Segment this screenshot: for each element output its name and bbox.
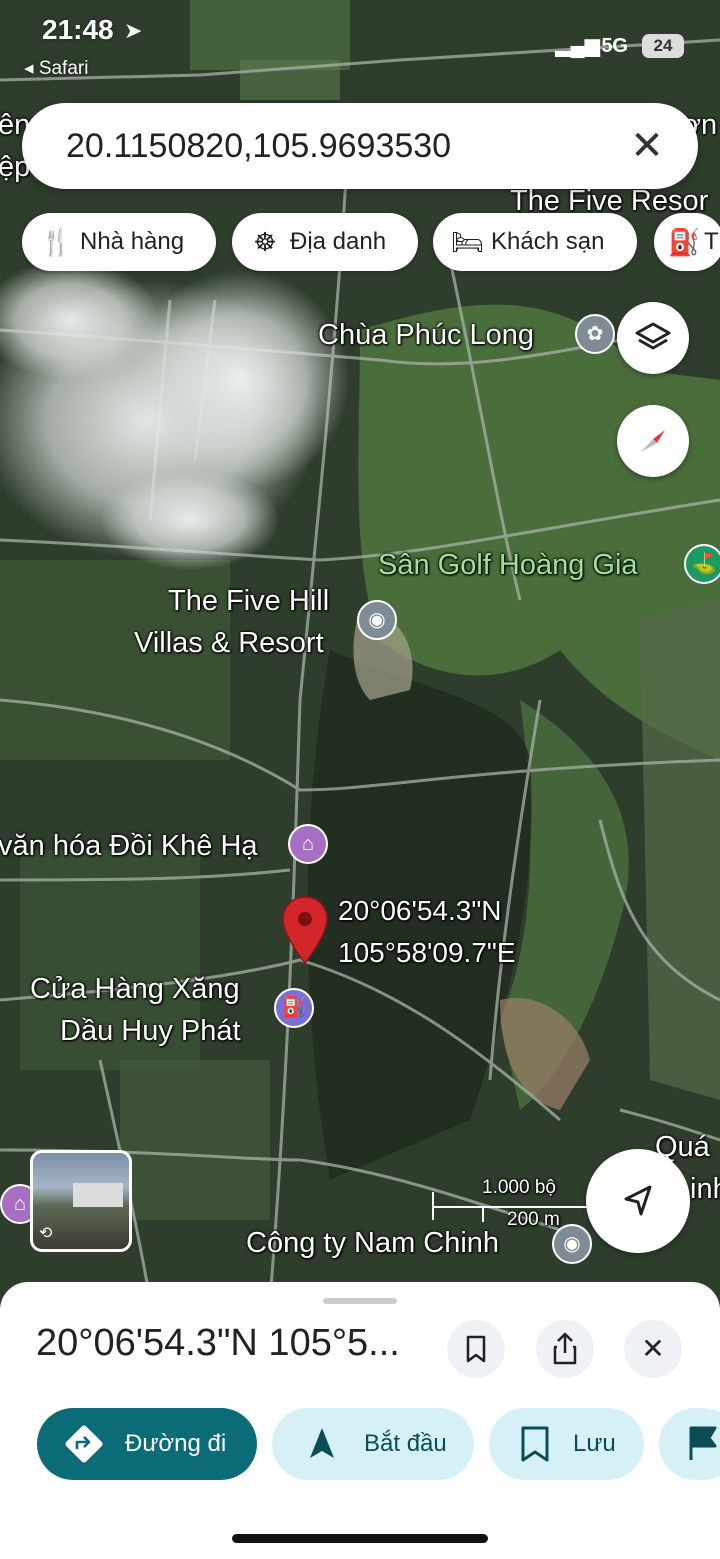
directions-icon	[65, 1425, 103, 1463]
layers-icon	[635, 322, 671, 350]
thumbnail-house	[73, 1183, 123, 1207]
compass-icon	[641, 430, 665, 452]
culture-poi-icon[interactable]: ⌂	[288, 824, 328, 864]
share-button[interactable]	[536, 1320, 594, 1378]
chip-gas[interactable]: ⛽ T	[654, 213, 720, 271]
save-label: Lưu	[573, 1430, 616, 1457]
start-label: Bắt đầu	[364, 1430, 447, 1457]
chip-restaurants-label: Nhà hàng	[80, 228, 185, 255]
map-label-nam-chinh[interactable]: Công ty Nam Chinh	[246, 1222, 499, 1264]
compass-button[interactable]	[617, 405, 689, 477]
close-sheet-button[interactable]: ✕	[624, 1320, 682, 1378]
share-icon	[553, 1332, 577, 1365]
navigation-arrow-icon	[310, 1428, 334, 1458]
save-button[interactable]: Lưu	[489, 1408, 644, 1480]
dropped-pin-icon[interactable]	[281, 895, 329, 965]
navigation-arrow-icon	[624, 1185, 652, 1216]
flag-button[interactable]	[659, 1408, 720, 1480]
chip-gas-label: T	[704, 228, 719, 255]
save-bookmark-button[interactable]	[447, 1320, 505, 1378]
golf-poi-icon[interactable]: ⛳	[684, 544, 720, 584]
gas-station-poi-icon[interactable]: ⛽	[274, 988, 314, 1028]
hotel-icon: 🛏	[451, 226, 485, 257]
bookmark-icon	[521, 1426, 549, 1462]
battery-indicator: 24	[642, 34, 684, 58]
start-button[interactable]: Bắt đầu	[272, 1408, 474, 1480]
restaurant-icon: 🍴	[40, 226, 73, 257]
place-title: 20°06'54.3"N 105°5...	[36, 1322, 400, 1364]
chip-restaurants[interactable]: 🍴 Nhà hàng	[22, 213, 216, 271]
status-bar: 21:48 ➤ ◂ Safari ▂▄▆ 5G 24	[0, 0, 720, 90]
street-view-thumbnail[interactable]: ⟲	[30, 1150, 132, 1252]
scale-imperial-label: 1.000 bộ	[482, 1177, 556, 1198]
map-label-culture[interactable]: văn hóa Đồi Khê Hạ	[0, 825, 258, 867]
street-view-360-icon: ⟲	[39, 1225, 53, 1242]
landmark-icon: ☸	[253, 226, 277, 257]
map-label-chua-phuc-long[interactable]: Chùa Phúc Long	[318, 314, 534, 356]
place-bottom-sheet[interactable]: 20°06'54.3"N 105°5... ✕ Đường đi Bắt đầu…	[0, 1282, 720, 1559]
sheet-drag-handle[interactable]	[323, 1298, 397, 1304]
map-label-inh[interactable]: inh	[690, 1168, 720, 1210]
layers-button[interactable]	[617, 302, 689, 374]
gas-icon: ⛽	[668, 226, 701, 257]
pin-latitude-label: 20°06'54.3"N	[338, 895, 502, 926]
pagoda-poi-icon[interactable]: ✿	[575, 314, 615, 354]
satellite-map[interactable]: ên ệp ợn The Five Resor Chùa Phúc Long ✿…	[0, 0, 720, 1300]
my-location-button[interactable]	[586, 1149, 690, 1253]
resort-poi-icon[interactable]: ◉	[357, 600, 397, 640]
map-label-gas-line1[interactable]: Cửa Hàng Xăng	[30, 968, 240, 1010]
map-label-five-hill-line1[interactable]: The Five Hill	[168, 580, 329, 622]
pin-longitude-label: 105°58'09.7"E	[338, 937, 516, 968]
chip-hotels[interactable]: 🛏 Khách sạn	[433, 213, 637, 271]
status-time: 21:48	[42, 14, 114, 45]
chip-landmarks[interactable]: ☸ Địa danh	[232, 213, 418, 271]
flag-icon	[689, 1426, 717, 1460]
scale-metric-label: 200 m	[507, 1209, 560, 1230]
home-indicator	[232, 1534, 488, 1543]
close-icon: ✕	[641, 1333, 665, 1364]
bookmark-icon	[466, 1335, 486, 1363]
chip-hotels-label: Khách sạn	[491, 228, 605, 255]
network-type: 5G	[601, 35, 628, 57]
map-label-five-hill-line2[interactable]: Villas & Resort	[134, 622, 324, 664]
search-query-text[interactable]: 20.1150820,105.9693530	[66, 127, 451, 166]
directions-button[interactable]: Đường đi	[37, 1408, 257, 1480]
signal-bars-icon: ▂▄▆	[555, 35, 600, 57]
scale-bar: 1.000 bộ 200 m	[432, 1177, 592, 1230]
location-arrow-icon: ➤	[124, 18, 143, 43]
search-bar[interactable]: 20.1150820,105.9693530 ✕	[22, 103, 698, 189]
directions-label: Đường đi	[125, 1430, 227, 1457]
map-label-gas-line2[interactable]: Dầu Huy Phát	[60, 1010, 241, 1052]
clear-search-close-icon[interactable]: ✕	[622, 121, 672, 171]
chip-landmarks-label: Địa danh	[290, 228, 387, 255]
back-to-safari-link[interactable]: ◂ Safari	[24, 57, 88, 80]
map-label-golf[interactable]: Sân Golf Hoàng Gia	[378, 544, 638, 586]
